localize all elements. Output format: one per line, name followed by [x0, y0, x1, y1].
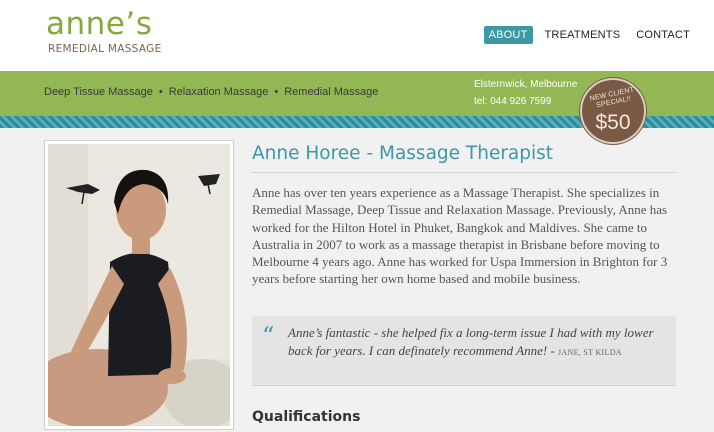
- testimonial: “ Anne’s fantastic - she helped fix a lo…: [252, 316, 676, 386]
- bullet-separator: •: [274, 86, 279, 98]
- logo-subtitle[interactable]: REMEDIAL MASSAGE: [48, 43, 162, 55]
- title-divider: [252, 172, 676, 173]
- nav-about[interactable]: ABOUT: [483, 26, 533, 44]
- location-text: Elsternwick, Melbourne: [474, 79, 578, 90]
- nav-contact[interactable]: CONTACT: [632, 26, 694, 44]
- services-list: Deep Tissue Massage • Relaxation Massage •…: [44, 86, 382, 98]
- logo-name[interactable]: anne’s: [46, 6, 152, 42]
- service-remedial[interactable]: Remedial Massage: [284, 86, 378, 98]
- site-header: anne’s REMEDIAL MASSAGE ABOUT TREATMENTS…: [0, 0, 714, 71]
- therapist-bio: Anne has over ten years experience as a …: [252, 185, 668, 287]
- testimonial-text: Anne’s fantastic - she helped fix a long…: [288, 324, 672, 362]
- badge-label: NEW CLIENT SPECIAL!!: [589, 86, 635, 110]
- main-nav: ABOUT TREATMENTS CONTACT: [483, 26, 694, 44]
- qualifications-heading: Qualifications: [252, 409, 361, 425]
- quote-icon: “: [262, 322, 275, 350]
- service-relaxation[interactable]: Relaxation Massage: [169, 86, 269, 98]
- testimonial-author: JANE, ST KILDA: [558, 348, 622, 357]
- therapist-photo-frame: [44, 140, 234, 430]
- badge-price: $50: [595, 111, 631, 134]
- nav-treatments[interactable]: TREATMENTS: [541, 26, 625, 44]
- new-client-badge[interactable]: NEW CLIENT SPECIAL!! $50: [580, 78, 646, 144]
- service-deep-tissue[interactable]: Deep Tissue Massage: [44, 86, 153, 98]
- bullet-separator: •: [158, 86, 163, 98]
- phone-text[interactable]: tel: 044 926 7599: [474, 96, 551, 107]
- therapist-photo: [48, 144, 230, 426]
- page-title: Anne Horee - Massage Therapist: [252, 143, 554, 164]
